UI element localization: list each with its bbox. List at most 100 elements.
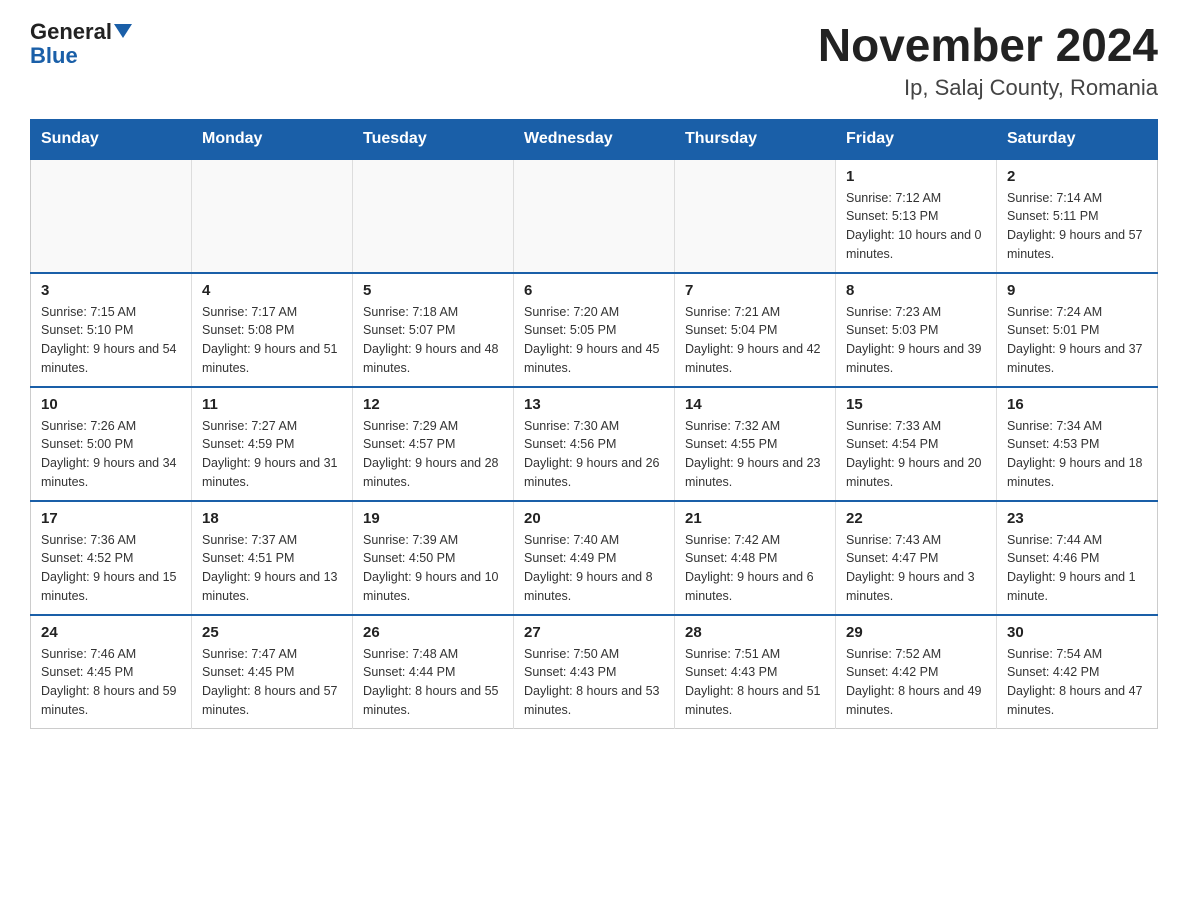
day-number: 15 [846, 396, 986, 413]
day-info: Sunrise: 7:37 AM Sunset: 4:51 PM Dayligh… [202, 531, 342, 606]
logo-text: General Blue [30, 20, 132, 68]
main-title: November 2024 [818, 20, 1158, 71]
day-number: 17 [41, 510, 181, 527]
day-number: 18 [202, 510, 342, 527]
header-monday: Monday [192, 119, 353, 159]
day-info: Sunrise: 7:32 AM Sunset: 4:55 PM Dayligh… [685, 417, 825, 492]
header-wednesday: Wednesday [514, 119, 675, 159]
day-info: Sunrise: 7:40 AM Sunset: 4:49 PM Dayligh… [524, 531, 664, 606]
day-info: Sunrise: 7:33 AM Sunset: 4:54 PM Dayligh… [846, 417, 986, 492]
day-number: 5 [363, 282, 503, 299]
day-number: 8 [846, 282, 986, 299]
day-number: 1 [846, 168, 986, 185]
calendar-cell: 4Sunrise: 7:17 AM Sunset: 5:08 PM Daylig… [192, 273, 353, 387]
day-info: Sunrise: 7:30 AM Sunset: 4:56 PM Dayligh… [524, 417, 664, 492]
day-info: Sunrise: 7:17 AM Sunset: 5:08 PM Dayligh… [202, 303, 342, 378]
day-info: Sunrise: 7:34 AM Sunset: 4:53 PM Dayligh… [1007, 417, 1147, 492]
calendar-cell: 10 Sunrise: 7:26 AM Sunset: 5:00 PM Dayli… [31, 387, 192, 501]
day-info: Sunrise: 7:29 AM Sunset: 4:57 PM Dayligh… [363, 417, 503, 492]
day-number: 2 [1007, 168, 1147, 185]
calendar-cell: 7Sunrise: 7:21 AM Sunset: 5:04 PM Daylig… [675, 273, 836, 387]
day-info: Sunrise: 7:46 AM Sunset: 4:45 PM Dayligh… [41, 645, 181, 720]
calendar-cell: 25Sunrise: 7:47 AM Sunset: 4:45 PM Dayli… [192, 615, 353, 729]
calendar-cell: 20 Sunrise: 7:40 AM Sunset: 4:49 PM Dayli… [514, 501, 675, 615]
day-info: Sunrise: 7:54 AM Sunset: 4:42 PM Dayligh… [1007, 645, 1147, 720]
calendar-week-row: 10 Sunrise: 7:26 AM Sunset: 5:00 PM Dayli… [31, 387, 1158, 501]
calendar-cell: 3 Sunrise: 7:15 AM Sunset: 5:10 PM Daylig… [31, 273, 192, 387]
calendar-week-row: 3 Sunrise: 7:15 AM Sunset: 5:10 PM Daylig… [31, 273, 1158, 387]
calendar-cell [31, 159, 192, 273]
calendar-cell [353, 159, 514, 273]
day-number: 24 [41, 624, 181, 641]
day-info: Sunrise: 7:42 AM Sunset: 4:48 PM Dayligh… [685, 531, 825, 606]
calendar-cell: 11 Sunrise: 7:27 AM Sunset: 4:59 PM Dayli… [192, 387, 353, 501]
calendar-cell: 23Sunrise: 7:44 AM Sunset: 4:46 PM Dayli… [997, 501, 1158, 615]
day-number: 3 [41, 282, 181, 299]
logo-triangle-icon [114, 24, 132, 38]
day-number: 29 [846, 624, 986, 641]
day-info: Sunrise: 7:50 AM Sunset: 4:43 PM Dayligh… [524, 645, 664, 720]
day-number: 12 [363, 396, 503, 413]
calendar-table: Sunday Monday Tuesday Wednesday Thursday… [30, 119, 1158, 729]
day-info: Sunrise: 7:21 AM Sunset: 5:04 PM Dayligh… [685, 303, 825, 378]
calendar-cell [514, 159, 675, 273]
day-info: Sunrise: 7:14 AM Sunset: 5:11 PM Dayligh… [1007, 189, 1147, 264]
calendar-cell: 29 Sunrise: 7:52 AM Sunset: 4:42 PM Dayli… [836, 615, 997, 729]
calendar-cell: 8 Sunrise: 7:23 AM Sunset: 5:03 PM Daylig… [836, 273, 997, 387]
calendar-cell [192, 159, 353, 273]
calendar-week-row: 17Sunrise: 7:36 AM Sunset: 4:52 PM Dayli… [31, 501, 1158, 615]
day-info: Sunrise: 7:27 AM Sunset: 4:59 PM Dayligh… [202, 417, 342, 492]
calendar-week-row: 1 Sunrise: 7:12 AM Sunset: 5:13 PM Daylig… [31, 159, 1158, 273]
day-info: Sunrise: 7:15 AM Sunset: 5:10 PM Dayligh… [41, 303, 181, 378]
logo: General Blue [30, 20, 132, 68]
day-number: 27 [524, 624, 664, 641]
calendar-cell: 9 Sunrise: 7:24 AM Sunset: 5:01 PM Daylig… [997, 273, 1158, 387]
calendar-cell [675, 159, 836, 273]
day-info: Sunrise: 7:52 AM Sunset: 4:42 PM Dayligh… [846, 645, 986, 720]
day-info: Sunrise: 7:23 AM Sunset: 5:03 PM Dayligh… [846, 303, 986, 378]
day-info: Sunrise: 7:43 AM Sunset: 4:47 PM Dayligh… [846, 531, 986, 606]
day-number: 19 [363, 510, 503, 527]
calendar-cell: 13 Sunrise: 7:30 AM Sunset: 4:56 PM Dayli… [514, 387, 675, 501]
day-info: Sunrise: 7:26 AM Sunset: 5:00 PM Dayligh… [41, 417, 181, 492]
day-number: 26 [363, 624, 503, 641]
calendar-cell: 5Sunrise: 7:18 AM Sunset: 5:07 PM Daylig… [353, 273, 514, 387]
page-header: General Blue November 2024 Ip, Salaj Cou… [30, 20, 1158, 101]
header-tuesday: Tuesday [353, 119, 514, 159]
calendar-cell: 27 Sunrise: 7:50 AM Sunset: 4:43 PM Dayli… [514, 615, 675, 729]
calendar-cell: 16Sunrise: 7:34 AM Sunset: 4:53 PM Dayli… [997, 387, 1158, 501]
day-number: 30 [1007, 624, 1147, 641]
day-number: 25 [202, 624, 342, 641]
day-number: 28 [685, 624, 825, 641]
weekday-header-row: Sunday Monday Tuesday Wednesday Thursday… [31, 119, 1158, 159]
day-info: Sunrise: 7:48 AM Sunset: 4:44 PM Dayligh… [363, 645, 503, 720]
day-info: Sunrise: 7:24 AM Sunset: 5:01 PM Dayligh… [1007, 303, 1147, 378]
day-info: Sunrise: 7:44 AM Sunset: 4:46 PM Dayligh… [1007, 531, 1147, 606]
calendar-week-row: 24 Sunrise: 7:46 AM Sunset: 4:45 PM Dayli… [31, 615, 1158, 729]
day-number: 10 [41, 396, 181, 413]
day-number: 6 [524, 282, 664, 299]
logo-general: General [30, 19, 112, 44]
logo-blue: Blue [30, 43, 78, 68]
calendar-cell: 30 Sunrise: 7:54 AM Sunset: 4:42 PM Dayli… [997, 615, 1158, 729]
header-saturday: Saturday [997, 119, 1158, 159]
day-number: 11 [202, 396, 342, 413]
calendar-cell: 21 Sunrise: 7:42 AM Sunset: 4:48 PM Dayli… [675, 501, 836, 615]
header-sunday: Sunday [31, 119, 192, 159]
title-area: November 2024 Ip, Salaj County, Romania [818, 20, 1158, 101]
calendar-cell: 12 Sunrise: 7:29 AM Sunset: 4:57 PM Dayli… [353, 387, 514, 501]
day-number: 21 [685, 510, 825, 527]
day-number: 14 [685, 396, 825, 413]
calendar-cell: 17Sunrise: 7:36 AM Sunset: 4:52 PM Dayli… [31, 501, 192, 615]
calendar-cell: 28Sunrise: 7:51 AM Sunset: 4:43 PM Dayli… [675, 615, 836, 729]
day-number: 22 [846, 510, 986, 527]
calendar-cell: 19Sunrise: 7:39 AM Sunset: 4:50 PM Dayli… [353, 501, 514, 615]
day-number: 13 [524, 396, 664, 413]
day-info: Sunrise: 7:12 AM Sunset: 5:13 PM Dayligh… [846, 189, 986, 264]
calendar-cell: 22 Sunrise: 7:43 AM Sunset: 4:47 PM Dayli… [836, 501, 997, 615]
day-number: 9 [1007, 282, 1147, 299]
calendar-cell: 18 Sunrise: 7:37 AM Sunset: 4:51 PM Dayli… [192, 501, 353, 615]
day-number: 20 [524, 510, 664, 527]
calendar-cell: 14 Sunrise: 7:32 AM Sunset: 4:55 PM Dayli… [675, 387, 836, 501]
calendar-cell: 2 Sunrise: 7:14 AM Sunset: 5:11 PM Daylig… [997, 159, 1158, 273]
